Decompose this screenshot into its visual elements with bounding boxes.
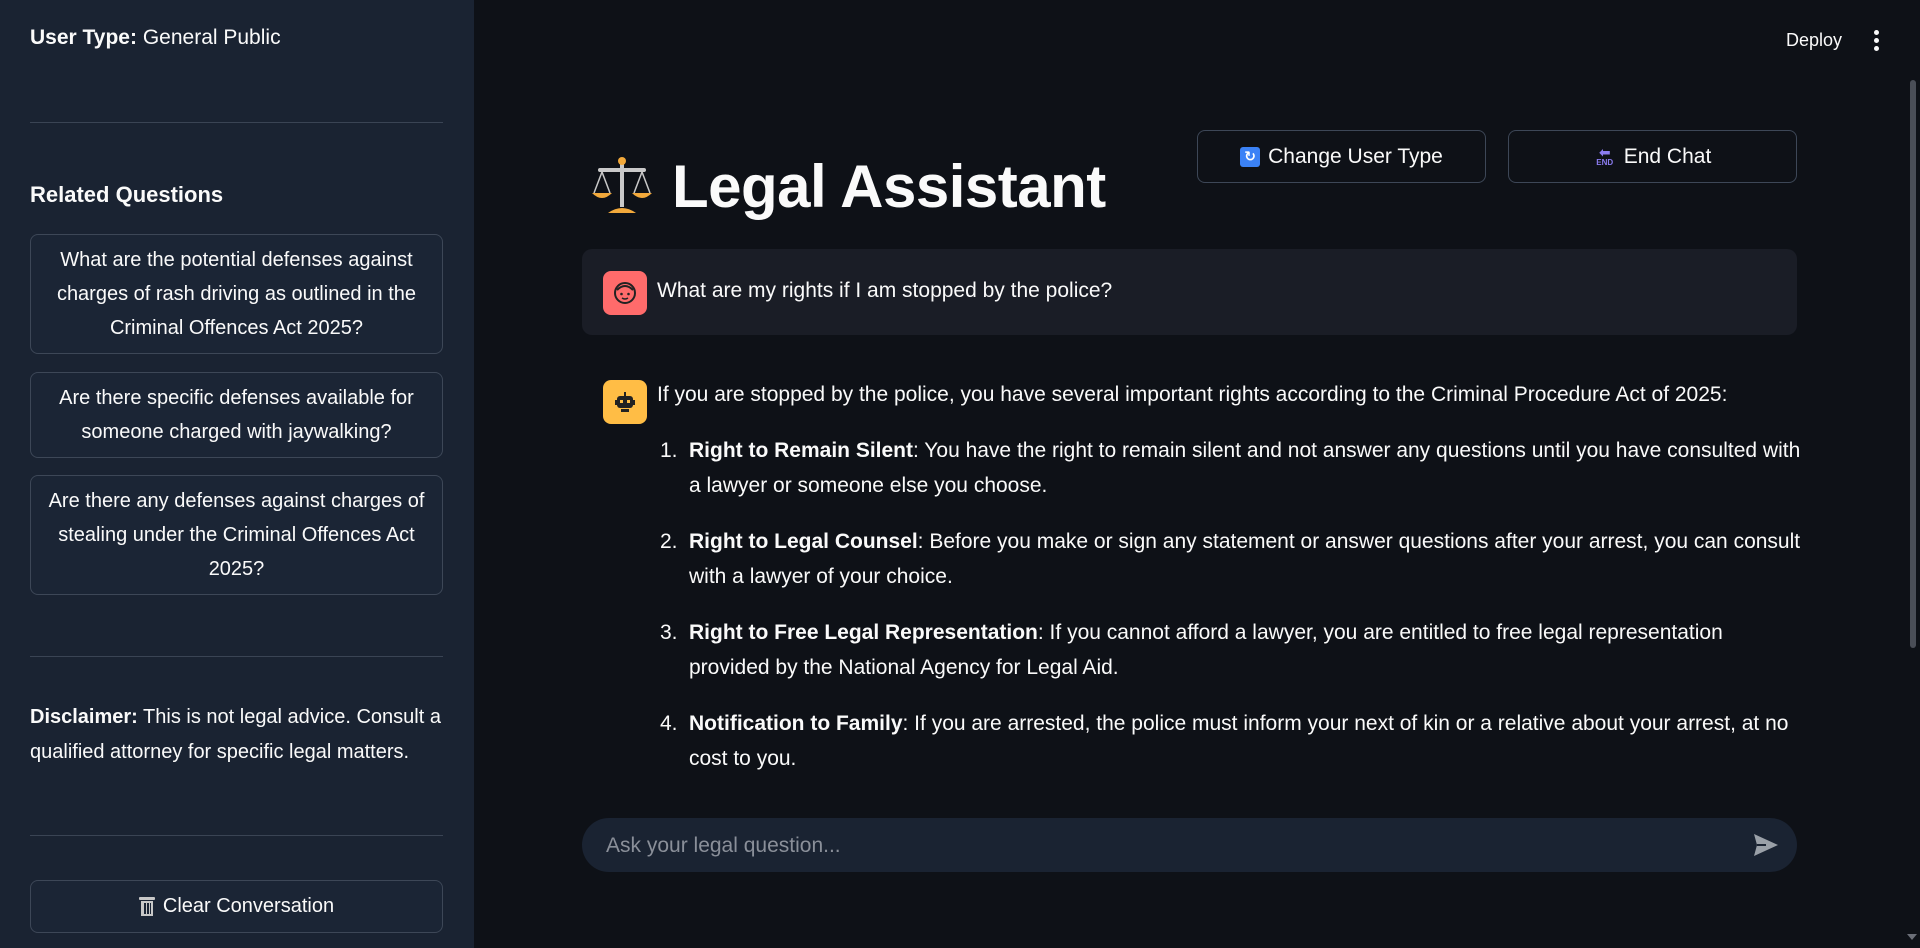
change-user-type-button[interactable]: ↻ Change User Type [1197, 130, 1486, 183]
chat-input[interactable] [604, 818, 1728, 874]
robot-icon [603, 380, 647, 424]
right-term: Notification to Family [689, 712, 903, 735]
right-term: Right to Free Legal Representation [689, 621, 1038, 644]
chat-input-bar [582, 818, 1797, 874]
scrollbar[interactable] [1910, 80, 1916, 648]
list-number: 3. [660, 621, 678, 644]
related-questions-title: Related Questions [30, 182, 224, 207]
scales-icon [592, 156, 652, 213]
trash-icon [138, 897, 155, 916]
divider [30, 122, 443, 123]
divider [30, 835, 443, 836]
user-face-icon [603, 271, 647, 315]
divider [30, 656, 443, 657]
disclaimer-label: Disclaimer: [30, 706, 138, 728]
user-type: User Type: General Public [30, 26, 281, 50]
bot-message-intro: If you are stopped by the police, you ha… [657, 383, 1728, 406]
user-message: What are my rights if I am stopped by th… [582, 249, 1797, 335]
list-item: 4. Notification to Family: If you are arr… [657, 706, 1807, 776]
deploy-button[interactable]: Deploy [1786, 30, 1842, 51]
end-icon: ⬅ END [1596, 144, 1614, 167]
right-term: Right to Remain Silent [689, 439, 914, 462]
list-number: 1. [660, 439, 678, 462]
refresh-icon: ↻ [1240, 146, 1261, 167]
related-question-button[interactable]: Are there specific defenses available fo… [30, 372, 443, 458]
scroll-down-icon[interactable] [1907, 934, 1917, 940]
list-item: 2. Right to Legal Counsel: Before you mak… [657, 524, 1807, 594]
related-question-button[interactable]: Are there any defenses against charges o… [30, 475, 443, 595]
related-question-button[interactable]: What are the potential defenses against … [30, 234, 443, 354]
disclaimer: Disclaimer: This is not legal advice. Co… [30, 700, 450, 770]
menu-icon[interactable] [1872, 30, 1880, 52]
clear-conversation-button[interactable]: Clear Conversation [30, 880, 443, 933]
rights-list: 1. Right to Remain Silent: You have the r… [657, 433, 1807, 797]
user-type-value: General Public [142, 26, 281, 49]
list-number: 2. [660, 530, 678, 553]
end-chat-button[interactable]: ⬅ END End Chat [1508, 130, 1797, 183]
list-number: 4. [660, 712, 678, 735]
sidebar: User Type: General Public Related Questi… [0, 0, 474, 948]
list-item: 3. Right to Free Legal Representation: If… [657, 615, 1807, 685]
end-chat-label: End Chat [1623, 144, 1712, 168]
change-user-type-label: Change User Type [1268, 144, 1443, 168]
page-header: Legal Assistant [590, 152, 1106, 221]
user-type-label: User Type: [30, 26, 137, 49]
right-term: Right to Legal Counsel [689, 530, 918, 553]
user-message-text: What are my rights if I am stopped by th… [657, 279, 1113, 302]
page-title: Legal Assistant [672, 153, 1106, 220]
list-item: 1. Right to Remain Silent: You have the r… [657, 433, 1807, 503]
send-icon[interactable] [1752, 832, 1780, 858]
clear-conversation-label: Clear Conversation [162, 895, 335, 917]
